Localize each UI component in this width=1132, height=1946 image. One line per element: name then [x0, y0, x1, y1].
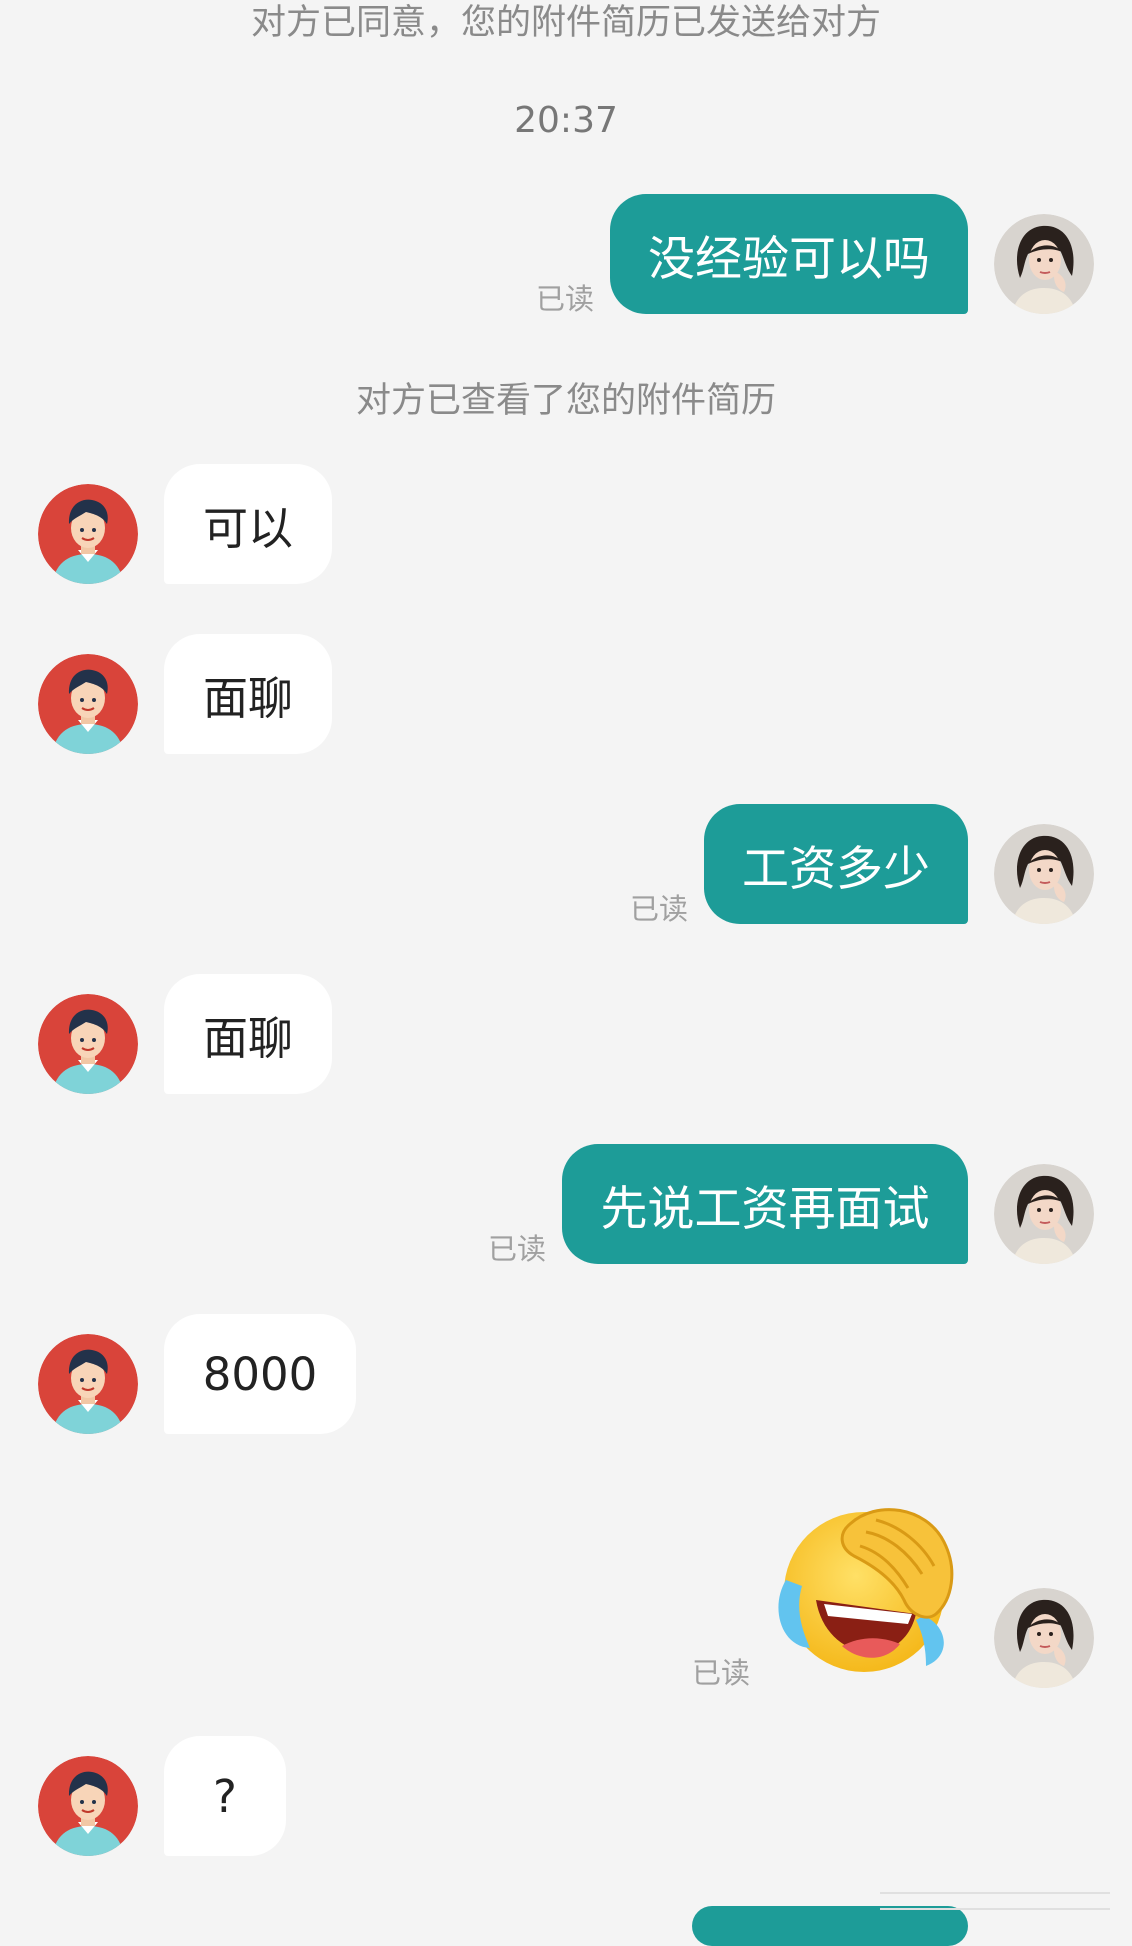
my-avatar[interactable]: [994, 1588, 1094, 1688]
message-bubble-received[interactable]: 可以: [164, 464, 332, 584]
recruiter-avatar[interactable]: [38, 994, 138, 1094]
read-receipt: 已读: [692, 1656, 751, 1690]
read-receipt: 已读: [488, 1232, 547, 1266]
recruiter-avatar[interactable]: [38, 654, 138, 754]
message-bubble-sent-partial[interactable]: [692, 1906, 968, 1946]
message-bubble-sent[interactable]: 先说工资再面试: [562, 1144, 968, 1264]
recruiter-avatar[interactable]: [38, 1756, 138, 1856]
read-receipt: 已读: [536, 282, 595, 316]
watermark: [880, 1892, 1110, 1910]
timestamp: 20:37: [514, 100, 618, 141]
message-bubble-received[interactable]: ?: [164, 1736, 286, 1856]
message-bubble-sent[interactable]: 没经验可以吗: [610, 194, 968, 314]
message-bubble-received[interactable]: 面聊: [164, 634, 332, 754]
my-avatar[interactable]: [994, 214, 1094, 314]
system-notice-resume-sent: 对方已同意，您的附件简历已发送给对方: [250, 3, 881, 43]
system-notice-resume-viewed: 对方已查看了您的附件简历: [355, 381, 776, 421]
recruiter-avatar[interactable]: [38, 484, 138, 584]
recruiter-avatar[interactable]: [38, 1334, 138, 1434]
my-avatar[interactable]: [994, 1164, 1094, 1264]
read-receipt: 已读: [630, 892, 689, 926]
message-bubble-received[interactable]: 面聊: [164, 974, 332, 1094]
message-bubble-received[interactable]: 8000: [164, 1314, 356, 1434]
message-bubble-sent[interactable]: 工资多少: [704, 804, 968, 924]
facepalm-laugh-crying-emoji[interactable]: [776, 1496, 960, 1674]
my-avatar[interactable]: [994, 824, 1094, 924]
chat-thread[interactable]: 对方已同意，您的附件简历已发送给对方 20:37 已读 没经验可以吗 对方已查看…: [0, 0, 1132, 1946]
